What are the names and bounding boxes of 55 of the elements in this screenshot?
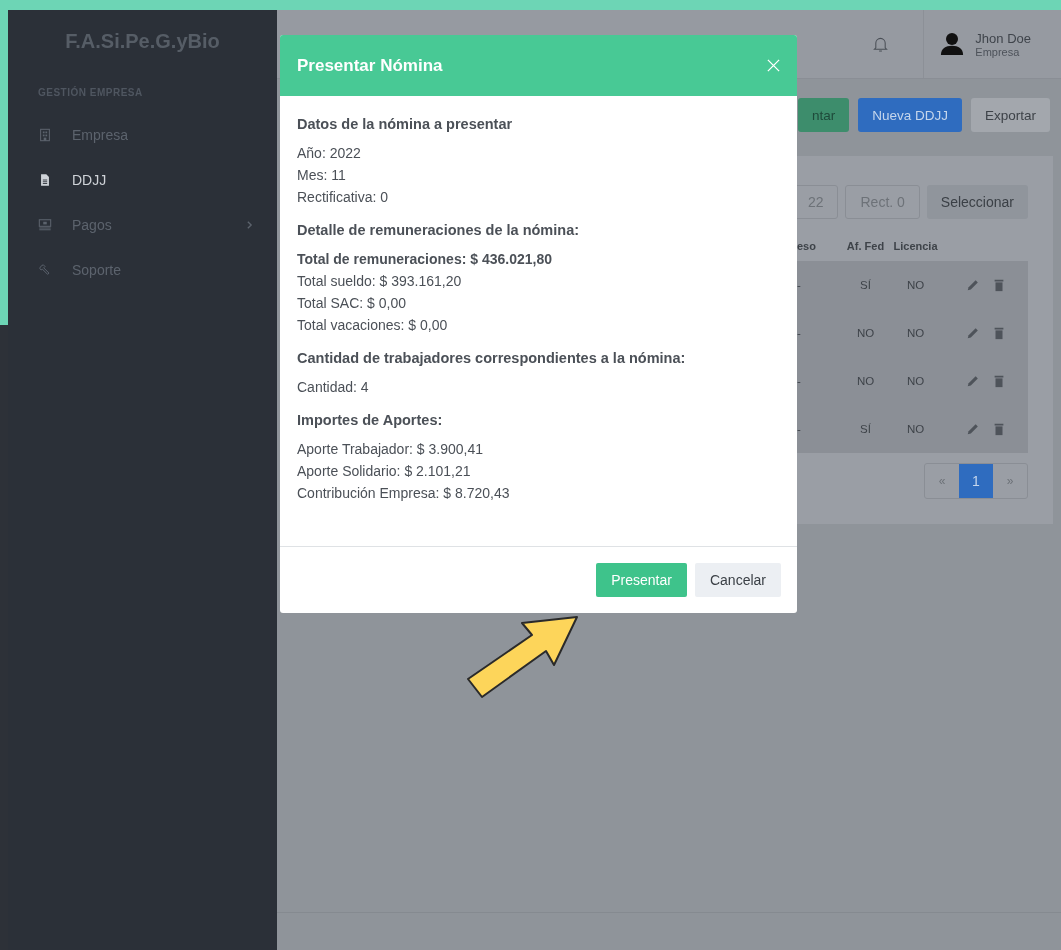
notification-bell-icon[interactable] [873,35,889,53]
wrench-icon [38,262,52,277]
modal-button[interactable]: Cancelar [694,563,781,597]
detail-line: Aporte Solidario: $ 2.101,21 [297,462,472,481]
detail-line: Rectificativa: 0 [297,188,390,207]
table-cell-text: NO [855,327,876,339]
page-button[interactable]: 1 [959,464,993,498]
modal-button[interactable]: Presentar [596,563,687,597]
column-header: Af. Fed [845,240,886,252]
table-cell-text: NO [905,375,926,387]
pencil-icon[interactable] [965,278,980,292]
previous-page-button[interactable]: « [925,464,959,498]
pencil-icon[interactable] [965,374,980,388]
table-cell-text: SÍ [859,423,872,435]
detail-line: Año: 2022 [297,144,362,163]
detail-line: Total SAC: $ 0,00 [297,294,407,313]
next-page-button[interactable]: » [993,464,1027,498]
modal-title: Presentar Nómina [297,55,443,76]
table-cell-text: NO [905,423,926,435]
column-header: eso [796,240,817,252]
table-cell-text: SÍ [859,279,872,291]
table-cell-text: - [796,423,802,435]
section-heading: Datos de la nómina a presentar [297,116,514,132]
toolbar-button[interactable]: Nueva DDJJ [858,98,962,132]
detail-line: Mes: 11 [297,166,347,185]
user-role: Empresa [975,45,1021,58]
column-header: Licencia [892,240,939,252]
detail-line: Cantidad: 4 [297,378,370,397]
chevron-icon [246,219,253,230]
detail-line: Total sueldo: $ 393.161,20 [297,272,463,291]
toolbar-button[interactable]: Exportar [970,98,1050,132]
detail-line: Contribución Empresa: $ 8.720,43 [297,484,511,503]
table-cell-text: NO [905,327,926,339]
document-icon [38,172,52,187]
toolbar-button[interactable]: ntar [797,98,850,132]
select-button[interactable]: Seleccionar [926,185,1028,219]
close-icon[interactable] [766,58,781,73]
table-cell-text: - [796,279,802,291]
detail-line: Total vacaciones: $ 0,00 [297,316,449,335]
pencil-icon[interactable] [965,326,980,340]
table-cell-text: NO [855,375,876,387]
building-icon [38,127,52,142]
table-cell-text: - [796,375,802,387]
detail-line: Aporte Trabajador: $ 3.900,41 [297,440,485,459]
table-cell-text: NO [905,279,926,291]
section-heading: Detalle de remuneraciones de la nómina: [297,222,581,238]
pencil-icon[interactable] [965,422,980,436]
detail-line: Total de remuneraciones: $ 436.021,80 [297,250,553,269]
sidebar-item[interactable]: DDJJ [8,157,277,202]
user-name: Jhon Doe [975,30,1031,46]
user-silhouette-icon [939,32,966,56]
section-heading: Cantidad de trabajadores correspondientes a la nómina: [297,350,687,366]
section-heading: Importes de Aportes: [297,412,444,428]
table-cell-text: - [796,327,802,339]
money-icon [38,217,52,232]
